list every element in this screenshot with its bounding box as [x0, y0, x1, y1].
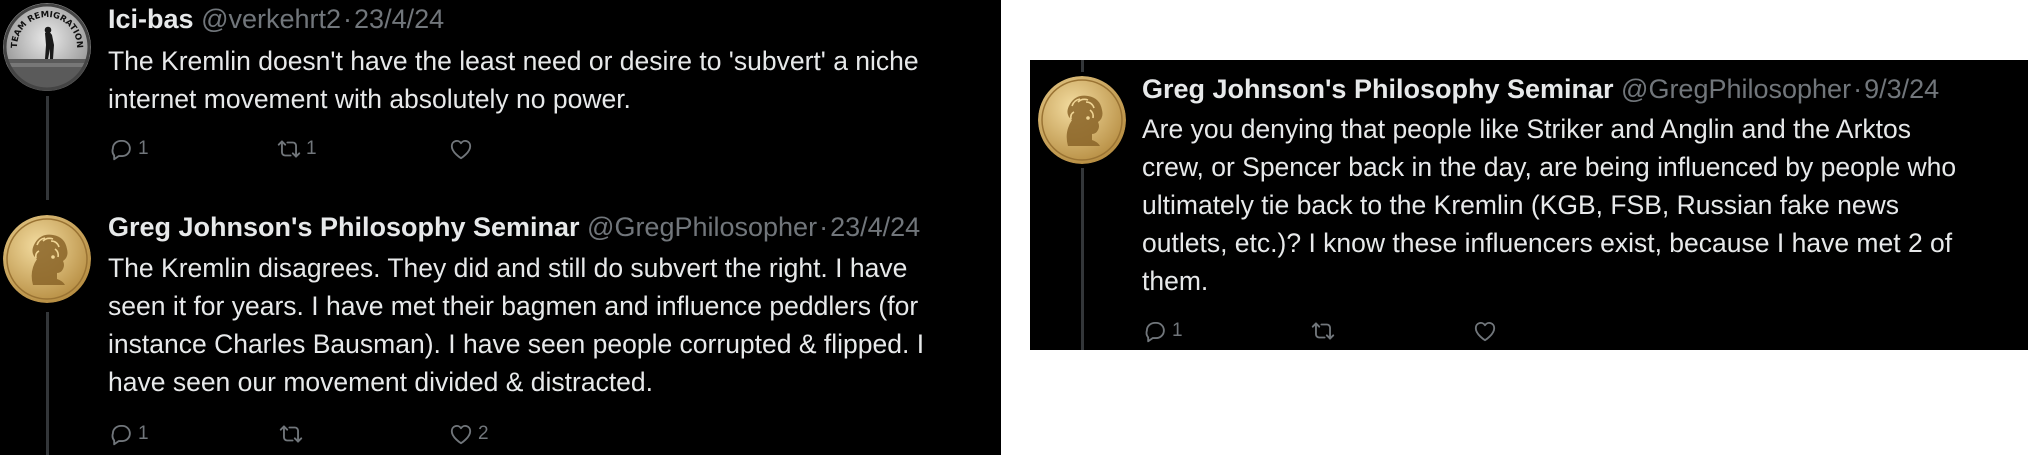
tweet-text: The Kremlin doesn't have the least need … — [108, 42, 919, 118]
repost-button[interactable] — [278, 419, 308, 449]
tweet-text-line: outlets, etc.)? I know these influencers… — [1142, 228, 1953, 258]
repost-button[interactable] — [1310, 316, 1340, 346]
avatar[interactable]: TEAM REMIGRATION — [3, 3, 91, 91]
tweet-actions: 1 2 — [108, 419, 508, 449]
tweet-text-line: instance Charles Bausman). I have seen p… — [108, 329, 925, 359]
user-handle[interactable]: @GregPhilosopher — [587, 212, 817, 242]
avatar[interactable] — [1038, 76, 1126, 164]
medallion-avatar-icon — [1038, 76, 1126, 164]
separator-dot: · — [819, 212, 829, 242]
screenshot-canvas: TEAM REMIGRATION Ici-bas @verkehrt2·23/4… — [0, 0, 2028, 455]
thread-panel-left: TEAM REMIGRATION Ici-bas @verkehrt2·23/4… — [0, 0, 1001, 455]
repost-icon — [1311, 322, 1335, 340]
tweet-text-line: seen it for years. I have met their bagm… — [108, 291, 919, 321]
display-name[interactable]: Greg Johnson's Philosophy Seminar — [1142, 74, 1614, 104]
repost-icon — [277, 140, 301, 158]
post-date[interactable]: 23/4/24 — [830, 212, 920, 242]
separator-dot: · — [343, 4, 353, 34]
tweet-text: Are you denying that people like Striker… — [1142, 110, 1956, 300]
user-handle[interactable]: @verkehrt2 — [201, 4, 341, 34]
tweet-header: Ici-bas @verkehrt2·23/4/24 — [108, 2, 444, 36]
like-button[interactable] — [1472, 316, 1502, 346]
reply-icon — [111, 139, 131, 161]
thread-panel-right: Greg Johnson's Philosophy Seminar @GregP… — [1030, 60, 2028, 350]
repost-count: 1 — [306, 138, 317, 159]
reply-icon — [111, 424, 131, 446]
tweet-text-line: internet movement with absolutely no pow… — [108, 84, 631, 114]
repost-button[interactable]: 1 — [276, 134, 317, 164]
user-handle[interactable]: @GregPhilosopher — [1621, 74, 1851, 104]
tweet-text-line: ultimately tie back to the Kremlin (KGB,… — [1142, 190, 1900, 220]
tweet-actions: 1 — [1142, 316, 1542, 346]
medallion-avatar-icon — [3, 215, 91, 303]
tweet-text-line: Are you denying that people like Striker… — [1142, 114, 1911, 144]
tweet-text-line: them. — [1142, 266, 1209, 296]
display-name[interactable]: Greg Johnson's Philosophy Seminar — [108, 212, 580, 242]
reply-button[interactable]: 1 — [108, 419, 149, 449]
tweet[interactable]: Greg Johnson's Philosophy Seminar @GregP… — [0, 205, 1001, 455]
reply-icon — [1145, 321, 1165, 343]
tweet-actions: 1 1 — [108, 134, 488, 164]
tweet-header: Greg Johnson's Philosophy Seminar @GregP… — [1142, 72, 1939, 106]
reply-count: 1 — [138, 138, 149, 159]
tweet-text-line: have seen our movement divided & distrac… — [108, 367, 654, 397]
reply-button[interactable]: 1 — [1142, 316, 1183, 346]
like-button[interactable] — [448, 134, 478, 164]
reply-button[interactable]: 1 — [108, 134, 149, 164]
like-button[interactable]: 2 — [448, 419, 489, 449]
tweet-text: The Kremlin disagrees. They did and stil… — [108, 249, 924, 401]
like-icon — [450, 425, 472, 445]
like-count: 2 — [478, 423, 489, 444]
reply-count: 1 — [138, 423, 149, 444]
tweet-text-line: The Kremlin disagrees. They did and stil… — [108, 253, 908, 283]
tweet[interactable]: TEAM REMIGRATION Ici-bas @verkehrt2·23/4… — [0, 0, 1001, 190]
repost-icon — [279, 425, 303, 443]
avatar[interactable] — [3, 215, 91, 303]
tweet[interactable]: Greg Johnson's Philosophy Seminar @GregP… — [1030, 60, 2028, 350]
reply-count: 1 — [1172, 320, 1183, 341]
post-date[interactable]: 9/3/24 — [1864, 74, 1939, 104]
team-remigration-avatar-icon: TEAM REMIGRATION — [3, 3, 91, 91]
like-icon — [450, 140, 472, 160]
separator-dot: · — [1853, 74, 1863, 104]
tweet-text-line: The Kremlin doesn't have the least need … — [108, 46, 919, 76]
post-date[interactable]: 23/4/24 — [354, 4, 444, 34]
tweet-header: Greg Johnson's Philosophy Seminar @GregP… — [108, 210, 920, 244]
display-name[interactable]: Ici-bas — [108, 4, 194, 34]
like-icon — [1474, 322, 1496, 342]
tweet-text-line: crew, or Spencer back in the day, are be… — [1142, 152, 1957, 182]
